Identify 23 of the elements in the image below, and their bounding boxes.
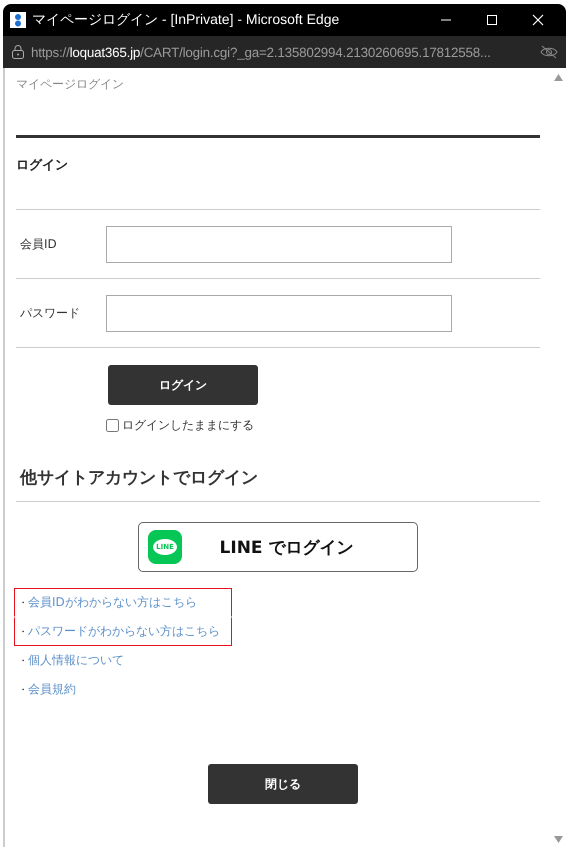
login-button[interactable]: ログイン — [108, 365, 258, 405]
bullet: ・ — [17, 654, 28, 668]
breadcrumb: マイページログイン — [16, 76, 125, 93]
bullet: ・ — [17, 684, 28, 696]
close-button[interactable]: 閉じる — [208, 764, 358, 804]
input-field[interactable] — [106, 226, 452, 262]
section-title: 他サイトアカウントでログイン — [20, 467, 259, 489]
maximize-icon[interactable] — [486, 14, 498, 26]
app-icon — [10, 12, 26, 28]
field-label: 会員ID — [19, 236, 58, 252]
checkbox[interactable] — [106, 419, 119, 432]
lock-icon — [11, 44, 25, 60]
bullet: ・ — [17, 596, 28, 610]
scroll-down-icon[interactable] — [554, 836, 563, 843]
input-field[interactable] — [106, 294, 452, 332]
tracking-prevention-icon[interactable] — [540, 45, 558, 59]
bullet: ・ — [17, 626, 28, 638]
section-title: ログイン — [16, 157, 69, 174]
close-icon[interactable] — [532, 14, 544, 26]
field-label: パスワード — [19, 304, 81, 322]
scroll-up-icon[interactable] — [554, 74, 563, 81]
window-title: マイページログイン - [InPrivate] - Microsoft Edge — [32, 11, 340, 29]
checkbox-label: ログインしたままにする — [122, 417, 254, 434]
